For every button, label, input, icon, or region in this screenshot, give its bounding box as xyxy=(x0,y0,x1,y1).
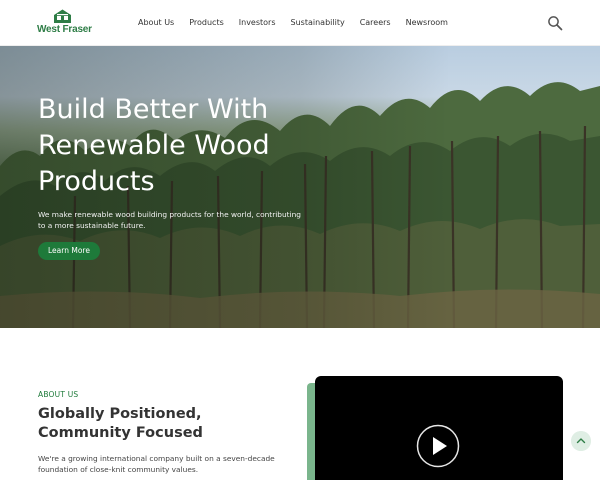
nav-sustainability[interactable]: Sustainability xyxy=(291,15,345,31)
nav-investors[interactable]: Investors xyxy=(239,15,276,31)
nav-newsroom[interactable]: Newsroom xyxy=(406,15,448,31)
logo-house-icon xyxy=(54,9,71,23)
play-icon[interactable] xyxy=(416,424,460,468)
main-nav: About Us Products Investors Sustainabili… xyxy=(131,15,463,31)
learn-more-button[interactable]: Learn More xyxy=(38,242,100,260)
about-section-body: We're a growing international company bu… xyxy=(38,454,275,474)
hero-section: Build Better With Renewable Wood Product… xyxy=(0,46,600,328)
hero-subtitle: We make renewable wood building products… xyxy=(38,210,301,230)
west-fraser-logo[interactable]: West Fraser xyxy=(37,8,92,36)
nav-careers[interactable]: Careers xyxy=(360,15,391,31)
nav-about-us[interactable]: About Us xyxy=(138,15,174,31)
logo-wordmark: West Fraser xyxy=(37,24,92,35)
search-icon[interactable] xyxy=(546,14,564,32)
about-section-label: ABOUT US xyxy=(38,390,79,399)
about-section-title: Globally Positioned, Community Focused xyxy=(38,406,203,441)
hero-title: Build Better With Renewable Wood Product… xyxy=(38,94,270,197)
site-header: West Fraser About Us Products Investors … xyxy=(0,0,600,46)
chevron-up-icon[interactable] xyxy=(571,431,591,451)
nav-products[interactable]: Products xyxy=(189,15,224,31)
